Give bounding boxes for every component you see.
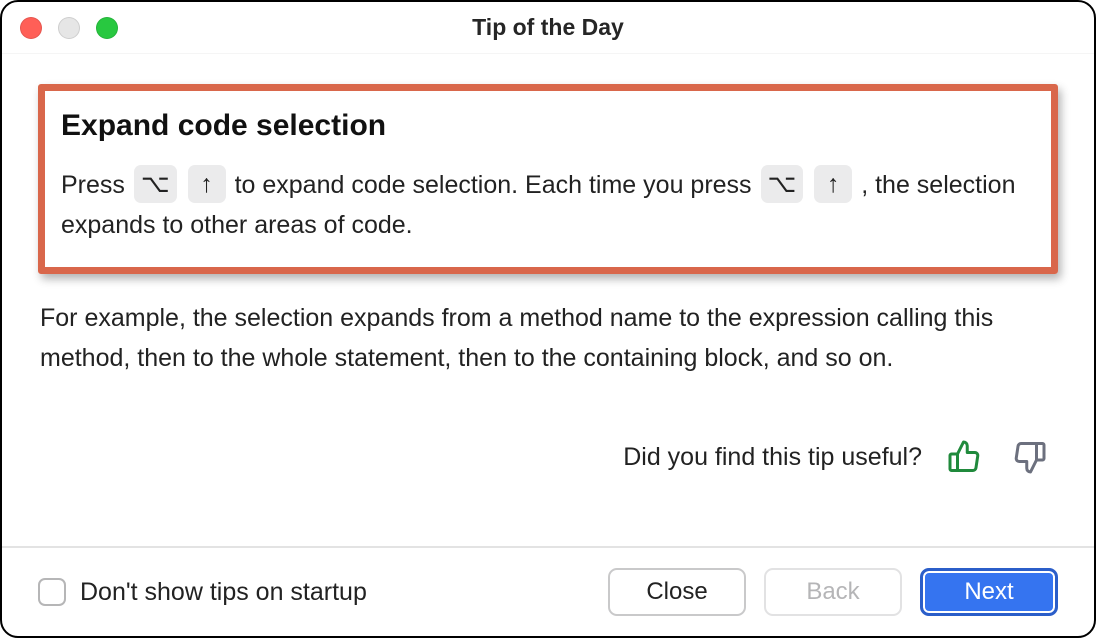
keycap-up-arrow-icon: ↑ [188,165,226,203]
dont-show-checkbox[interactable] [38,578,66,606]
tip-paragraph-2: For example, the selection expands from … [38,298,1058,378]
back-button-label: Back [806,578,859,606]
close-button-label: Close [646,578,707,606]
dont-show-label: Don't show tips on startup [80,578,367,607]
titlebar: Tip of the Day [2,2,1094,54]
highlighted-tip-region: Expand code selection Press ⌥ ↑ to expan… [38,84,1058,274]
feedback-prompt: Did you find this tip useful? [623,443,922,472]
dont-show-checkbox-wrap[interactable]: Don't show tips on startup [38,578,590,607]
dialog-footer: Don't show tips on startup Close Back Ne… [2,546,1094,636]
feedback-row: Did you find this tip useful? [38,436,1058,478]
dialog-content: Expand code selection Press ⌥ ↑ to expan… [2,54,1094,546]
tip-paragraph-1: Press ⌥ ↑ to expand code selection. Each… [61,165,1035,245]
tip-of-the-day-dialog: Tip of the Day Expand code selection Pre… [0,0,1096,638]
next-button-label: Next [964,578,1013,606]
keycap-option-icon: ⌥ [134,165,177,203]
close-button[interactable]: Close [608,568,746,616]
keycap-up-arrow-icon: ↑ [814,165,852,203]
thumbs-down-icon [1011,439,1047,475]
thumbs-up-icon [947,439,983,475]
thumbs-up-button[interactable] [944,436,986,478]
window-title: Tip of the Day [2,14,1094,41]
next-button[interactable]: Next [920,568,1058,616]
tip-text-fragment: Press [61,171,132,199]
keycap-option-icon: ⌥ [761,165,804,203]
tip-text-fragment: to expand code selection. Each time you … [235,171,759,199]
thumbs-down-button[interactable] [1008,436,1050,478]
tip-heading: Expand code selection [61,109,1035,143]
back-button: Back [764,568,902,616]
